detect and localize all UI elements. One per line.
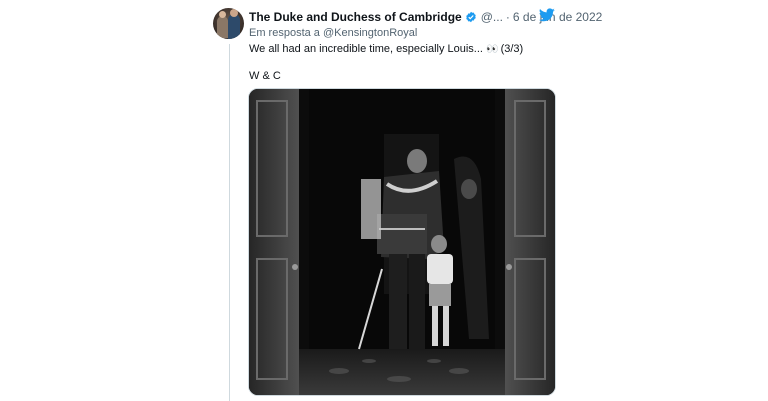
twitter-bird-icon (538, 8, 555, 22)
verified-badge-icon (465, 11, 477, 23)
separator-dot: · (505, 10, 510, 24)
author-name[interactable]: The Duke and Duchess of Cambridge (249, 10, 462, 24)
tweet-body: We all had an incredible time, especiall… (249, 43, 483, 55)
thread-counter: (3/3) (500, 43, 524, 55)
reply-prefix: Em resposta a (249, 27, 320, 39)
reply-context: Em resposta a @KensingtonRoyal (249, 27, 417, 39)
author-handle[interactable]: @... (481, 10, 503, 24)
tweet-date[interactable]: 6 de jun de 2022 (513, 10, 602, 24)
tweet-text: We all had an incredible time, especiall… (249, 43, 523, 55)
tweet-signature: W & C (249, 70, 281, 82)
tweet-photo[interactable] (248, 88, 556, 396)
reply-mention-link[interactable]: @KensingtonRoyal (323, 27, 417, 39)
thread-line (229, 44, 230, 401)
avatar[interactable] (213, 8, 244, 39)
eyes-emoji: 👀 (486, 44, 498, 55)
